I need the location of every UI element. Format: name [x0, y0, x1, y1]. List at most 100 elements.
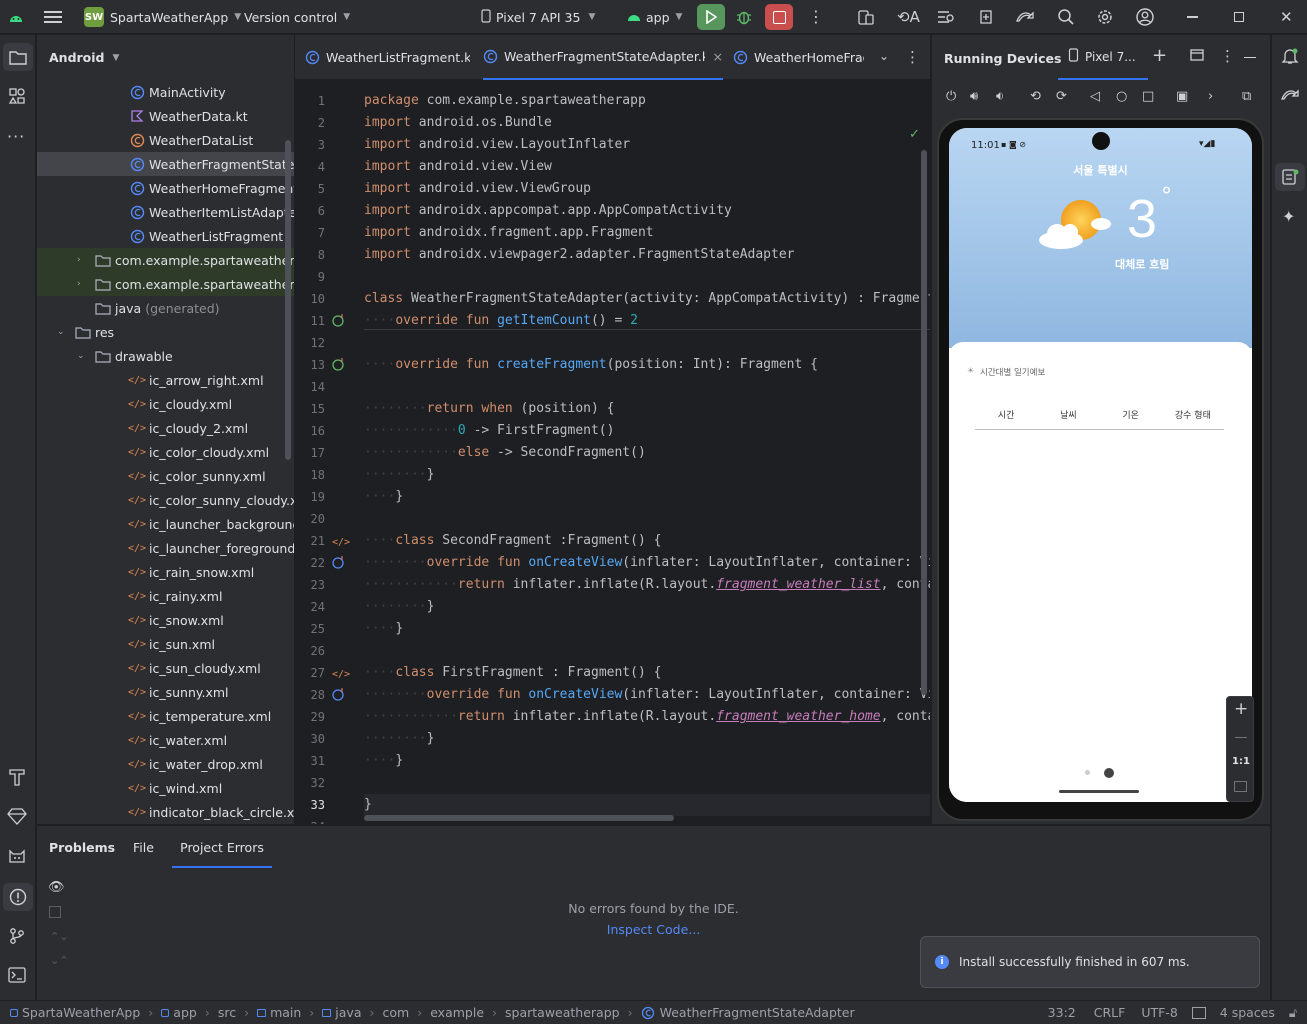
back-icon[interactable]: ◁ — [1090, 89, 1100, 104]
android-logo-icon[interactable] — [8, 0, 26, 34]
tree-item[interactable]: ⌄ res — [37, 320, 294, 344]
page-indicator-dot-active[interactable] — [1104, 768, 1114, 778]
tree-item[interactable]: › com.example.spartaweatherapp (test) — [37, 272, 294, 296]
gradle-sync-icon[interactable] — [1015, 0, 1037, 34]
breadcrumb-item[interactable]: WeatherFragmentStateAdapter — [641, 1005, 855, 1020]
home-icon[interactable]: ○ — [1116, 89, 1127, 104]
logcat-icon[interactable] — [7, 847, 27, 868]
tab-list-chevron-icon[interactable]: ⌄ — [879, 49, 889, 63]
breadcrumb-item[interactable]: java — [322, 1005, 362, 1020]
vertical-scrollbar[interactable] — [921, 150, 927, 695]
rotate-right-icon[interactable]: ⟳ — [1056, 89, 1067, 104]
tree-item[interactable]: </>ic_launcher_foreground.xml — [37, 536, 294, 560]
problems-tab[interactable]: File — [133, 826, 154, 868]
breadcrumb-item[interactable]: SpartaWeatherApp — [10, 1005, 140, 1020]
tree-item[interactable]: </>ic_color_sunny_cloudy.xml — [37, 488, 294, 512]
more-options-icon[interactable]: ⋮ — [1220, 47, 1235, 65]
zoom-fit-icon[interactable] — [1234, 781, 1247, 792]
tree-item[interactable]: </> ic_arrow_right.xml — [37, 368, 294, 392]
volume-up-icon[interactable]: 🔊︎ — [970, 89, 978, 104]
code-area[interactable]: package com.example.spartaweatherapp impo… — [295, 80, 930, 824]
tree-item[interactable]: WeatherData.kt — [37, 104, 294, 128]
tree-item[interactable]: </> ic_snow.xml — [37, 608, 294, 632]
close-tab-icon[interactable]: × — [713, 49, 723, 64]
gear-icon[interactable] — [1096, 0, 1116, 34]
breadcrumb-item[interactable]: app — [161, 1005, 197, 1020]
version-control-icon[interactable] — [8, 927, 26, 948]
editor-tab[interactable]: WeatherHomeFragment.kt — [733, 35, 933, 80]
tree-item[interactable]: WeatherListFragment — [37, 224, 294, 248]
breadcrumb-item[interactable]: com — [383, 1005, 410, 1020]
run-button[interactable] — [697, 0, 725, 34]
tree-item[interactable]: </> ic_sunny.xml — [37, 680, 294, 704]
tree-item[interactable]: </> ic_temperature.xml — [37, 704, 294, 728]
tree-item[interactable]: WeatherItemListAdapter — [37, 200, 294, 224]
chevron-right-icon[interactable]: › — [77, 279, 93, 289]
tree-item[interactable]: </> ic_cloudy.xml — [37, 392, 294, 416]
maximize-window-icon[interactable] — [1234, 0, 1248, 34]
more-tools-icon[interactable]: ··· — [7, 127, 25, 146]
snapshot-icon[interactable]: ▣ — [1176, 89, 1188, 104]
translate-icon[interactable]: ⟲A — [897, 0, 920, 34]
editor-body[interactable]: 1 2 3 4 5 6 7 8 9 10 11 12 13 14 15 16 17 18 19 20 21 </> 22 23… — [295, 80, 930, 824]
overview-icon[interactable]: □ — [1142, 89, 1154, 104]
build-tool-icon[interactable] — [8, 767, 26, 790]
tree-item[interactable]: </> indicator_black_circle.xml — [37, 800, 294, 824]
breadcrumb-item[interactable]: example — [430, 1005, 484, 1020]
tree-item[interactable]: </>ic_launcher_background.xml — [37, 512, 294, 536]
memory-indicator-icon[interactable] — [1191, 1006, 1206, 1019]
tree-item[interactable]: </> ic_water_drop.xml — [37, 752, 294, 776]
tree-item[interactable]: </> ic_cloudy_2.xml — [37, 416, 294, 440]
project-view-selector[interactable]: Android ▼ — [37, 35, 294, 80]
device-manager-icon[interactable] — [857, 0, 877, 34]
device-tab[interactable]: Pixel 7... — [1058, 35, 1148, 80]
tree-item[interactable]: WeatherHomeFragment — [37, 176, 294, 200]
tree-item[interactable]: WeatherFragmentStateAdapter — [37, 152, 294, 176]
caret-position[interactable]: 33:2 — [1048, 1005, 1076, 1020]
minimize-window-icon[interactable] — [1187, 0, 1201, 34]
tree-item[interactable]: </> ic_wind.xml — [37, 776, 294, 800]
problems-tab[interactable]: Project Errors — [172, 826, 272, 868]
close-window-icon[interactable]: ✕ — [1280, 0, 1294, 34]
chevron-down-icon[interactable]: ⌄ — [77, 351, 93, 361]
zoom-out-icon[interactable] — [1235, 737, 1247, 738]
more-actions-icon[interactable]: ⋮ — [808, 0, 824, 34]
page-indicator-dot[interactable] — [1085, 770, 1090, 775]
hide-panel-icon[interactable] — [1244, 57, 1256, 59]
tree-item[interactable]: </> ic_color_cloudy.xml — [37, 440, 294, 464]
run-config-selector[interactable]: app ▼ — [626, 0, 682, 34]
account-icon[interactable] — [1136, 0, 1156, 34]
terminal-icon[interactable] — [8, 967, 26, 986]
project-tool-icon[interactable] — [3, 43, 33, 71]
rotate-left-icon[interactable]: ⟲ — [1030, 89, 1041, 104]
layout-inspector-icon[interactable] — [937, 0, 957, 34]
line-separator[interactable]: CRLF — [1094, 1005, 1126, 1020]
tree-item[interactable]: </> ic_water.xml — [37, 728, 294, 752]
debug-button[interactable] — [736, 0, 756, 34]
file-encoding[interactable]: UTF-8 — [1141, 1005, 1177, 1020]
vcs-selector[interactable]: Version control ▼ — [244, 0, 350, 34]
stop-button[interactable] — [765, 0, 793, 34]
app-inspection-icon[interactable] — [977, 0, 997, 34]
phone-screen[interactable]: 11:01 ▪ ◙ ⊘ ▾◢▮ 서울 특별시 3 ° 대체로 흐림 ☀ 시간대별… — [949, 128, 1252, 802]
gemini-icon[interactable]: ✦ — [1282, 207, 1295, 226]
inspect-code-link[interactable]: Inspect Code... — [37, 922, 1307, 937]
screenshot-icon[interactable]: ⧉ — [1242, 89, 1251, 104]
editor-tab[interactable]: WeatherListFragment.kt — [305, 35, 470, 80]
indent-setting[interactable]: 4 spaces — [1220, 1005, 1275, 1020]
add-device-icon[interactable]: + — [1152, 45, 1167, 66]
notifications-icon[interactable] — [1281, 47, 1299, 68]
device-selector[interactable]: Pixel 7 API 35 ▼ — [480, 0, 595, 34]
tree-item[interactable]: MainActivity — [37, 80, 294, 104]
notification-toast[interactable]: i Install successfully finished in 607 m… — [920, 936, 1260, 988]
horizontal-scrollbar[interactable] — [364, 815, 674, 821]
zoom-actual-size[interactable]: 1:1 — [1232, 756, 1250, 767]
tree-item[interactable]: </> ic_sun_cloudy.xml — [37, 656, 294, 680]
problems-tool-icon[interactable] — [3, 883, 33, 911]
breadcrumb-item[interactable]: spartaweatherapp — [505, 1005, 620, 1020]
tree-item[interactable]: › com.example.spartaweatherapp (androidTe… — [37, 248, 294, 272]
breadcrumb-item[interactable]: src — [218, 1005, 236, 1020]
tree-item[interactable]: </> ic_color_sunny.xml — [37, 464, 294, 488]
tree-scrollbar[interactable] — [285, 140, 291, 460]
tree-item[interactable]: java (generated) — [37, 296, 294, 320]
